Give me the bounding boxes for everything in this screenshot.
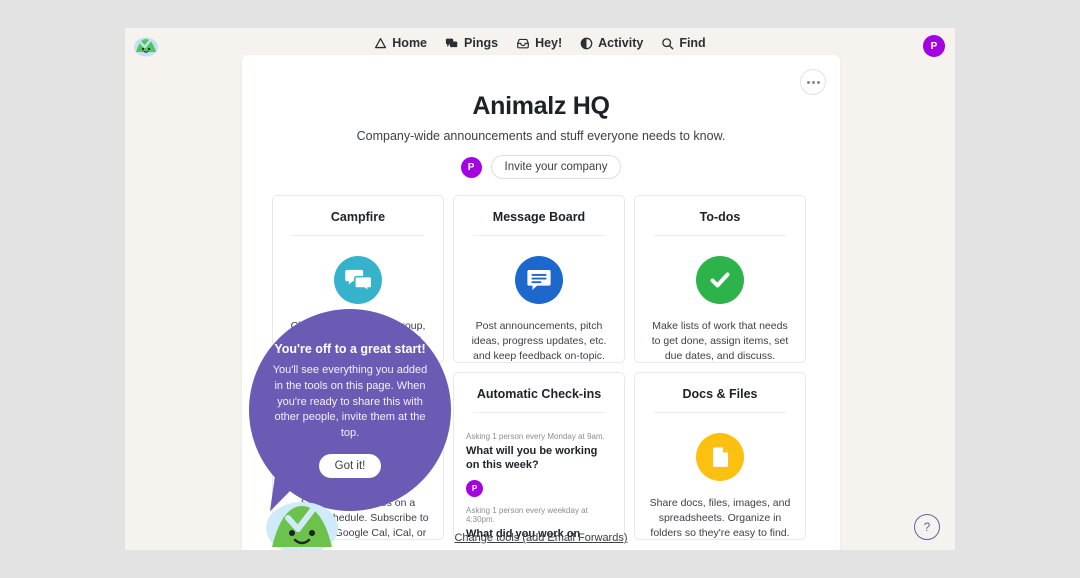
basecamp-mascot [264, 492, 340, 550]
tool-description: Make lists of work that needs to get don… [647, 319, 793, 363]
message-board-icon [515, 256, 563, 304]
nav-label-home: Home [392, 36, 427, 50]
hey-icon [516, 37, 530, 50]
page-title: Animalz HQ [242, 92, 840, 121]
pings-icon [445, 37, 459, 50]
nav-item-hey[interactable]: Hey! [516, 36, 562, 50]
nav-item-pings[interactable]: Pings [445, 36, 498, 50]
document-icon [696, 433, 744, 481]
app-window: Home Pings Hey! Activity [125, 28, 955, 550]
checkin-question: What will you be working on this week? [466, 444, 612, 473]
divider [654, 412, 786, 413]
nav-item-find[interactable]: Find [661, 36, 705, 50]
divider [473, 235, 605, 236]
chat-bubbles-icon [334, 256, 382, 304]
screen: Home Pings Hey! Activity [0, 0, 1080, 578]
help-button[interactable]: ? [914, 514, 940, 540]
tool-card-message-board[interactable]: Message Board Post announcements, pitch … [453, 195, 625, 363]
checkmark-icon [696, 256, 744, 304]
activity-icon [580, 37, 593, 50]
tooltip-content: You're off to a great start! You'll see … [249, 309, 451, 511]
onboarding-tooltip: You're off to a great start! You'll see … [249, 309, 451, 511]
tool-title: To-dos [647, 196, 793, 235]
user-avatar[interactable]: P [923, 35, 945, 57]
invite-your-company-button[interactable]: Invite your company [491, 155, 622, 179]
tool-title: Automatic Check-ins [466, 373, 612, 412]
tool-title: Campfire [285, 196, 431, 235]
checkin-meta: Asking 1 person every weekday at 4:30pm. [466, 506, 612, 524]
tool-card-automatic-check-ins[interactable]: Automatic Check-ins Asking 1 person ever… [453, 372, 625, 540]
checkin-meta: Asking 1 person every Monday at 9am. [466, 432, 612, 441]
tooltip-body: You'll see everything you added in the t… [267, 363, 433, 441]
page-subtitle: Company-wide announcements and stuff eve… [242, 129, 840, 143]
main-nav: Home Pings Hey! Activity [125, 36, 955, 50]
nav-label-activity: Activity [598, 36, 643, 50]
invite-avatar[interactable]: P [461, 157, 482, 178]
nav-item-home[interactable]: Home [374, 36, 427, 50]
tooltip-heading: You're off to a great start! [274, 342, 425, 356]
home-icon [374, 37, 387, 50]
nav-label-hey: Hey! [535, 36, 562, 50]
divider [654, 235, 786, 236]
tool-description: Post announcements, pitch ideas, progres… [466, 319, 612, 363]
divider [292, 235, 424, 236]
checkin-item[interactable]: Asking 1 person every Monday at 9am. Wha… [466, 432, 612, 497]
got-it-button[interactable]: Got it! [319, 454, 382, 478]
nav-label-pings: Pings [464, 36, 498, 50]
nav-label-find: Find [679, 36, 705, 50]
tool-title: Docs & Files [647, 373, 793, 412]
question-mark-icon: ? [924, 520, 931, 534]
checkin-avatar[interactable]: P [466, 480, 483, 497]
nav-item-activity[interactable]: Activity [580, 36, 643, 50]
tool-title: Message Board [466, 196, 612, 235]
invite-row: P Invite your company [242, 155, 840, 179]
ellipsis-icon[interactable] [800, 69, 826, 95]
tool-card-docs-and-files[interactable]: Docs & Files Share docs, files, images, … [634, 372, 806, 540]
find-icon [661, 37, 674, 50]
tool-card-to-dos[interactable]: To-dos Make lists of work that needs to … [634, 195, 806, 363]
checkins-list: Asking 1 person every Monday at 9am. Wha… [466, 413, 612, 540]
